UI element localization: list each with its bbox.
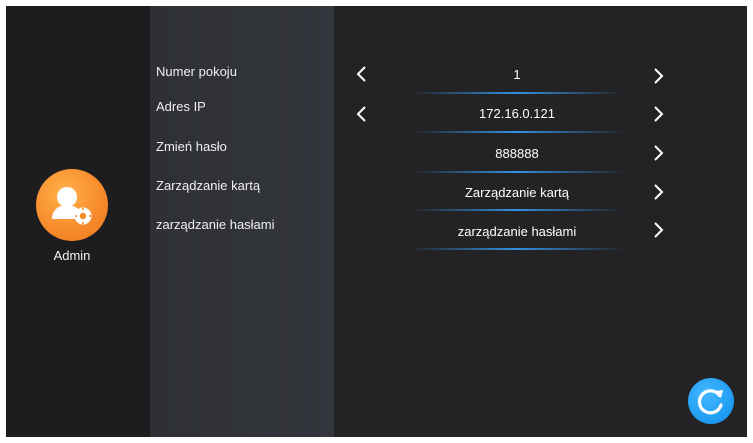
- room-number-label: Numer pokoju: [156, 64, 237, 79]
- room-number-prev-arrow-icon[interactable]: [352, 64, 372, 84]
- user-name-label: Admin: [53, 248, 91, 263]
- room-number-underline: [410, 92, 624, 94]
- change-password-underline: [410, 171, 624, 173]
- card-management-underline: [410, 209, 624, 211]
- card-management-value[interactable]: Zarządzanie kartą: [410, 185, 624, 200]
- refresh-icon: [697, 389, 723, 415]
- change-password-value[interactable]: 888888: [410, 146, 624, 161]
- ip-address-value[interactable]: 172.16.0.121: [410, 106, 624, 121]
- password-management-label: zarządzanie hasłami: [156, 217, 275, 232]
- card-management-next-arrow-icon[interactable]: [648, 182, 668, 202]
- ip-address-prev-arrow-icon[interactable]: [352, 104, 372, 124]
- change-password-label: Zmień hasło: [156, 139, 227, 154]
- avatar[interactable]: [36, 169, 108, 241]
- card-management-label: Zarządzanie kartą: [156, 178, 261, 193]
- password-management-next-arrow-icon[interactable]: [648, 220, 668, 240]
- room-number-next-arrow-icon[interactable]: [648, 66, 668, 86]
- room-number-value[interactable]: 1: [410, 67, 624, 82]
- password-management-underline: [410, 248, 624, 250]
- user-settings-icon: [52, 187, 92, 225]
- refresh-button[interactable]: [688, 378, 734, 424]
- ip-address-next-arrow-icon[interactable]: [648, 104, 668, 124]
- change-password-next-arrow-icon[interactable]: [648, 143, 668, 163]
- user-panel: Admin: [6, 6, 150, 437]
- ip-address-label: Adres IP: [156, 99, 206, 114]
- settings-screen: Admin Numer pokoju 1 Adres IP 172.16.0.1…: [6, 6, 747, 437]
- ip-address-underline: [410, 131, 624, 133]
- password-management-value[interactable]: zarządzanie hasłami: [410, 224, 624, 239]
